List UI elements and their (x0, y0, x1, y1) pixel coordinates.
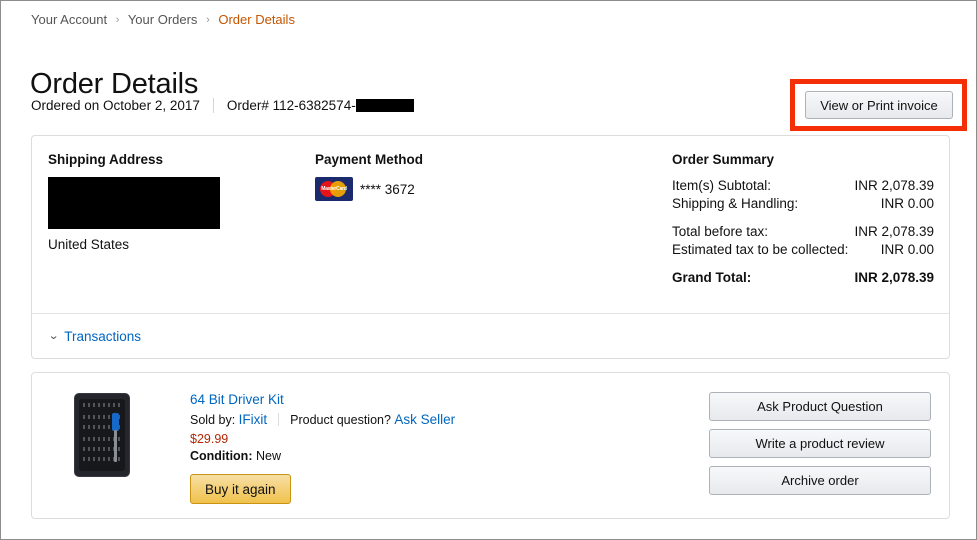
mastercard-icon: MasterCard (315, 177, 353, 201)
summary-value: INR 2,078.39 (854, 178, 934, 193)
ask-product-question-button[interactable]: Ask Product Question (709, 392, 931, 421)
view-or-print-invoice-button[interactable]: View or Print invoice (805, 91, 953, 119)
summary-row-shipping: Shipping & Handling: INR 0.00 (672, 195, 934, 212)
ask-seller-link[interactable]: Ask Seller (394, 412, 455, 427)
mastercard-wordmark: MasterCard (321, 186, 347, 192)
summary-value: INR 0.00 (880, 242, 934, 257)
driver-kit-case-icon (74, 393, 130, 477)
order-number-redaction (355, 99, 414, 112)
sold-by-label: Sold by: (190, 412, 236, 427)
driver-bit-row (83, 403, 121, 407)
summary-label: Estimated tax to be collected: (672, 242, 849, 257)
summary-label: Shipping & Handling: (672, 196, 799, 211)
shipping-country: United States (48, 237, 130, 252)
order-date: Ordered on October 2, 2017 (31, 98, 200, 113)
card-last-four: **** 3672 (360, 181, 415, 197)
order-meta: Ordered on October 2, 2017 Order# 112-63… (31, 98, 414, 113)
breadcrumb-item-order-details: Order Details (218, 12, 295, 27)
payment-method-row: MasterCard **** 3672 (315, 177, 645, 201)
driver-kit-tray (79, 399, 125, 471)
product-card: 64 Bit Driver Kit Sold by: IFixit Produc… (31, 372, 950, 519)
seller-divider (278, 413, 280, 426)
product-info: 64 Bit Driver Kit Sold by: IFixit Produc… (190, 391, 640, 504)
shipping-address-section: Shipping Address United States (48, 152, 298, 252)
summary-row-estimated-tax: Estimated tax to be collected: INR 0.00 (672, 241, 934, 258)
breadcrumb-item-your-account[interactable]: Your Account (31, 12, 107, 27)
payment-method-section: Payment Method MasterCard **** 3672 (315, 152, 645, 201)
write-product-review-button[interactable]: Write a product review (709, 429, 931, 458)
archive-order-button[interactable]: Archive order (709, 466, 931, 495)
product-price: $29.99 (190, 432, 229, 446)
summary-value: INR 2,078.39 (854, 224, 934, 239)
summary-label: Grand Total: (672, 270, 752, 285)
product-thumbnail[interactable] (70, 391, 134, 479)
shipping-address-heading: Shipping Address (48, 152, 164, 167)
shipping-address-redaction (48, 177, 220, 229)
order-summary-card: Shipping Address United States Payment M… (31, 135, 950, 359)
page-title: Order Details (30, 68, 199, 101)
breadcrumb-separator-icon: › (206, 14, 210, 26)
condition-label: Condition: (190, 449, 253, 463)
order-totals-section: Order Summary Item(s) Subtotal: INR 2,07… (672, 152, 934, 287)
seller-link[interactable]: IFixit (239, 412, 268, 427)
payment-method-heading: Payment Method (315, 152, 424, 167)
breadcrumb: Your Account › Your Orders › Order Detai… (31, 12, 295, 27)
product-title-link[interactable]: 64 Bit Driver Kit (190, 392, 284, 407)
seller-line: Sold by: IFixit Product question? Ask Se… (190, 412, 640, 427)
product-question-label: Product question? (290, 412, 391, 427)
screwdriver-shaft-icon (114, 430, 117, 462)
meta-divider (212, 98, 214, 113)
summary-label: Item(s) Subtotal: (672, 178, 772, 193)
condition-value: New (255, 449, 281, 463)
breadcrumb-separator-icon: › (115, 14, 120, 26)
chevron-down-icon: ⌄ (47, 329, 60, 342)
buy-it-again-button[interactable]: Buy it again (190, 474, 291, 504)
summary-row-grand-total: Grand Total: INR 2,078.39 (672, 269, 934, 286)
summary-row-total-before-tax: Total before tax: INR 2,078.39 (672, 223, 934, 240)
transactions-link[interactable]: Transactions (64, 329, 141, 344)
transactions-row[interactable]: ⌄ Transactions (32, 314, 949, 358)
screwdriver-handle-icon (112, 413, 119, 431)
summary-row-subtotal: Item(s) Subtotal: INR 2,078.39 (672, 177, 934, 194)
summary-value: INR 2,078.39 (854, 270, 934, 285)
order-number: Order# 112-6382574- (226, 98, 356, 113)
product-condition: Condition: New (190, 449, 640, 463)
summary-value: INR 0.00 (880, 196, 934, 211)
summary-label: Total before tax: (672, 224, 769, 239)
breadcrumb-item-your-orders[interactable]: Your Orders (128, 12, 198, 27)
product-actions: Ask Product Question Write a product rev… (709, 392, 931, 495)
order-details-page: Your Account › Your Orders › Order Detai… (0, 0, 977, 540)
order-summary-heading: Order Summary (672, 152, 775, 167)
